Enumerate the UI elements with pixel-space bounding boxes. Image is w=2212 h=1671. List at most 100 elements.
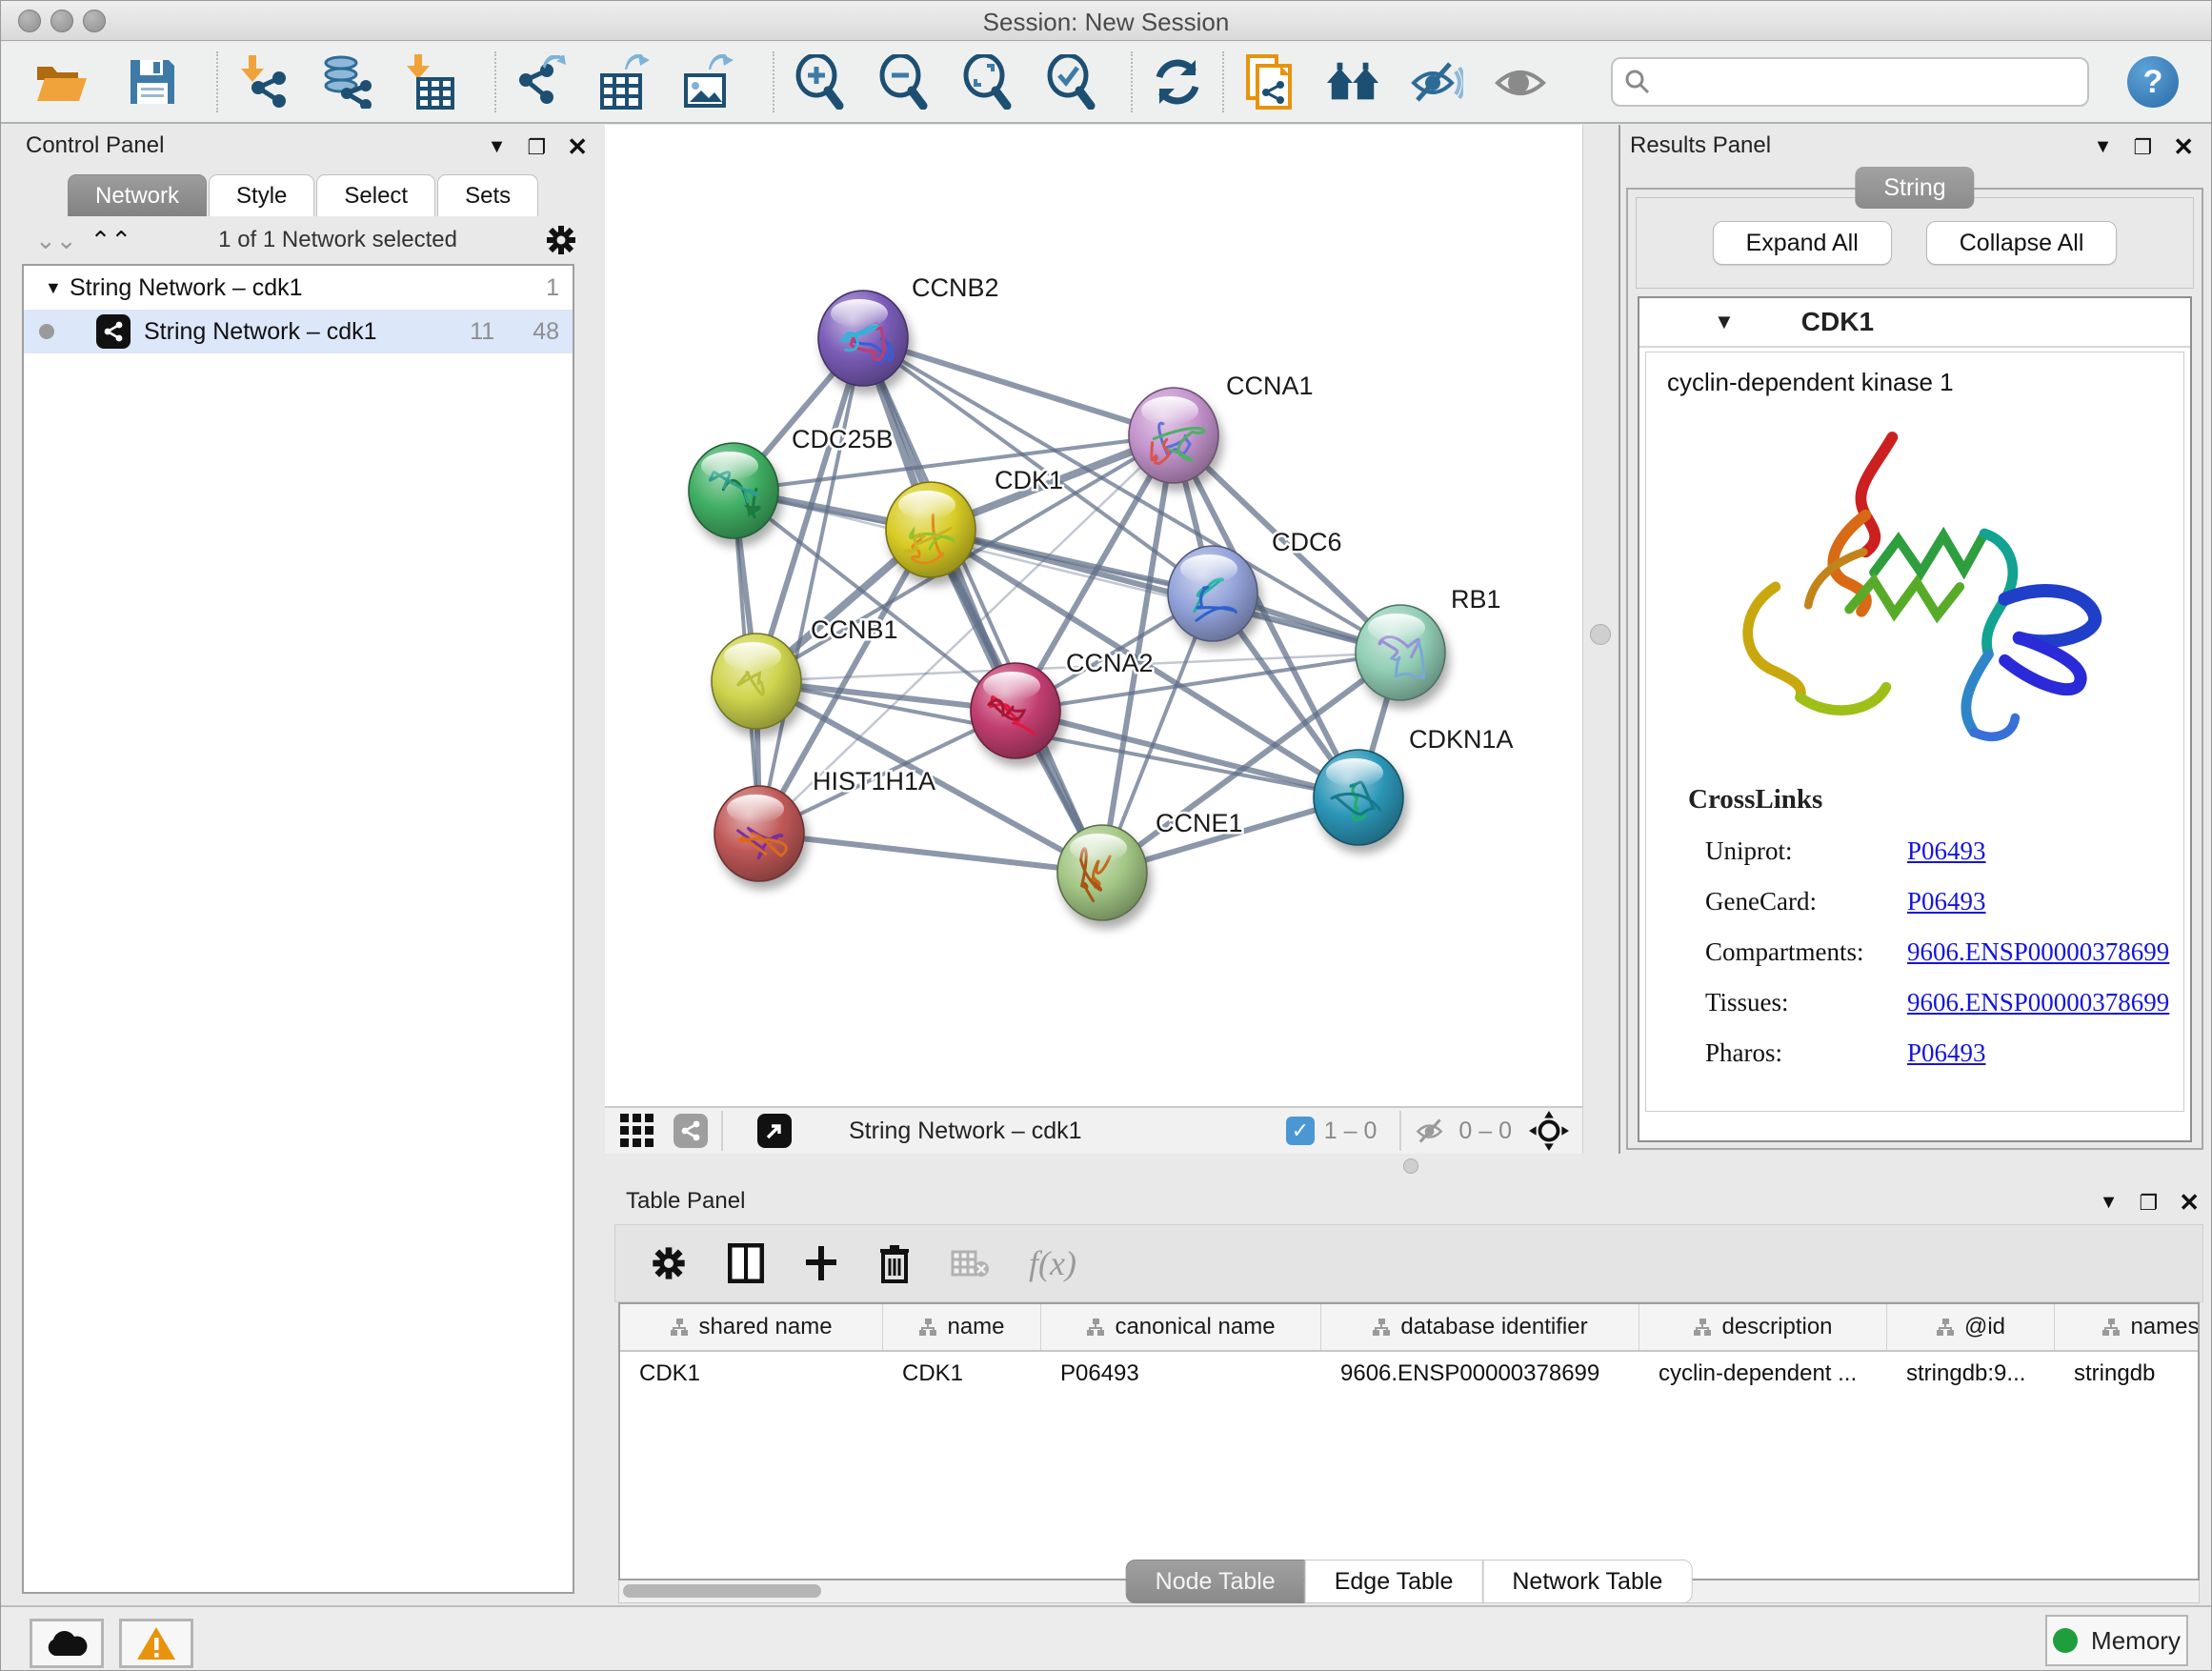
export-network-button[interactable] [513,54,569,110]
network-row[interactable]: String Network – cdk1 11 48 [24,310,573,353]
table-cell[interactable]: CDK1 [883,1352,1041,1396]
close-panel-icon[interactable]: ✕ [567,132,588,162]
close-panel-icon[interactable]: ✕ [2173,132,2194,162]
edge-CCNB2-CCNA1[interactable] [863,338,1174,435]
memory-button[interactable]: Memory [2045,1615,2188,1666]
tab-string[interactable]: String [1855,167,1974,209]
table-cell[interactable]: cyclin-dependent ... [1639,1352,1887,1396]
panel-menu-icon[interactable]: ▼ [2100,1192,2119,1214]
table-row[interactable]: CDK1CDK1P064939606.ENSP00000378699cyclin… [620,1352,2200,1396]
tab-network-table[interactable]: Network Table [1482,1560,1692,1603]
column-header-name[interactable]: name [883,1304,1041,1350]
show-hidden-button[interactable] [1493,54,1548,110]
export-image-button[interactable] [681,54,736,110]
column-header-shared-name[interactable]: shared name [620,1304,883,1350]
warnings-button[interactable] [119,1619,193,1668]
node-CCNE1[interactable] [1057,825,1147,920]
table-cell[interactable]: stringdb [2055,1352,2200,1396]
scrollbar-thumb[interactable] [623,1584,821,1598]
gear-icon[interactable] [650,1244,688,1282]
show-all-networks-button[interactable] [1325,54,1380,110]
node-CDKN1A[interactable] [1314,750,1403,845]
collapse-all-button[interactable]: Collapse All [1926,221,2118,265]
network-collection-row[interactable]: ▼ String Network – cdk1 1 [24,266,573,310]
apply-layout-button[interactable] [1150,54,1205,110]
zoom-out-button[interactable] [875,54,931,110]
string-view-icon[interactable] [674,1114,708,1148]
birds-eye-view-icon[interactable] [757,1114,792,1148]
results-panel-splitter[interactable] [1582,125,1620,1175]
node-CDK1[interactable] [886,482,975,577]
add-column-icon[interactable] [804,1244,838,1282]
table-cell[interactable]: 9606.ENSP00000378699 [1321,1352,1639,1396]
protein-card-header[interactable]: ▼ CDK1 [1639,298,2190,348]
gear-icon[interactable] [544,223,578,257]
splitter-handle[interactable] [1590,624,1611,645]
tab-select[interactable]: Select [316,174,435,216]
hide-selected-button[interactable] [1409,54,1464,110]
cloud-button[interactable] [30,1619,104,1668]
float-panel-icon[interactable]: ❐ [2139,1191,2158,1216]
node-CDC25B[interactable] [689,443,778,538]
panel-menu-icon[interactable]: ▼ [2094,136,2113,158]
node-CCNA2[interactable] [971,663,1060,758]
title-bar[interactable]: Session: New Session [1,1,2211,41]
network-canvas[interactable]: CCNB2CCNA1CDC25BCDK1CDC6RB1CCNB1CCNA2CDK… [605,125,1582,1106]
import-table-button[interactable] [403,54,458,110]
column-header-canonical-name[interactable]: canonical name [1041,1304,1321,1350]
crosslink-link[interactable]: P06493 [1907,1038,1986,1068]
search-input[interactable] [1651,68,2087,96]
export-table-button[interactable] [597,54,653,110]
crosslink-link[interactable]: 9606.ENSP00000378699 [1907,988,2169,1017]
select-columns-icon[interactable] [728,1243,764,1283]
panel-menu-icon[interactable]: ▼ [488,136,507,158]
zoom-fit-button[interactable] [959,54,1015,110]
import-network-button[interactable] [235,54,291,110]
save-session-button[interactable] [125,54,180,110]
delete-column-icon[interactable] [878,1243,911,1283]
table-cell[interactable]: stringdb:9... [1887,1352,2055,1396]
crosshair-icon[interactable] [1529,1111,1569,1151]
selected-checkbox-icon[interactable]: ✓ [1286,1117,1315,1145]
collapse-triangle-icon[interactable]: ▼ [45,278,70,298]
float-panel-icon[interactable]: ❐ [527,135,546,160]
edge-HIST1H1A-CCNE1[interactable] [759,834,1102,873]
crosslink-link[interactable]: P06493 [1907,836,1986,866]
column-header-namespace[interactable]: namespace [2055,1304,2200,1350]
splitter-handle[interactable] [1403,1158,1418,1174]
node-CCNB2[interactable] [818,291,908,386]
grid-view-icon[interactable] [618,1112,656,1150]
collapse-all-icon[interactable]: ⌄⌄ [35,226,77,255]
float-panel-icon[interactable]: ❐ [2133,135,2152,160]
column-header-database-identifier[interactable]: database identifier [1321,1304,1639,1350]
import-network-from-database-button[interactable] [319,54,374,110]
tab-sets[interactable]: Sets [437,174,538,216]
node-CCNB1[interactable] [712,634,801,729]
table-cell[interactable]: P06493 [1041,1352,1321,1396]
zoom-in-button[interactable] [792,54,847,110]
edge-CCNB2-HIST1H1A[interactable] [759,338,863,834]
node-CCNA1[interactable] [1129,388,1218,483]
help-button[interactable]: ? [2127,56,2179,108]
collapse-triangle-icon[interactable]: ▼ [1714,310,1735,334]
node-HIST1H1A[interactable] [714,786,804,881]
copy-network-style-button[interactable] [1241,54,1297,110]
search-field[interactable] [1611,57,2089,107]
expand-all-icon[interactable]: ⌃⌃ [90,226,132,255]
column-header--id[interactable]: @id [1887,1304,2055,1350]
crosslink-link[interactable]: P06493 [1907,887,1986,916]
open-session-button[interactable] [33,54,89,110]
node-RB1[interactable] [1356,605,1445,700]
zoom-selected-button[interactable] [1043,54,1098,110]
table-cell[interactable]: CDK1 [620,1352,883,1396]
node-CDC6[interactable] [1168,546,1257,641]
tab-style[interactable]: Style [209,174,314,216]
tab-network[interactable]: Network [68,174,207,216]
expand-all-button[interactable]: Expand All [1713,221,1892,265]
crosslink-link[interactable]: 9606.ENSP00000378699 [1907,937,2169,967]
node-table[interactable]: shared namenamecanonical namedatabase id… [618,1302,2200,1580]
tab-edge-table[interactable]: Edge Table [1305,1560,1483,1603]
column-header-description[interactable]: description [1639,1304,1887,1350]
close-panel-icon[interactable]: ✕ [2179,1188,2200,1218]
tab-node-table[interactable]: Node Table [1126,1560,1305,1603]
